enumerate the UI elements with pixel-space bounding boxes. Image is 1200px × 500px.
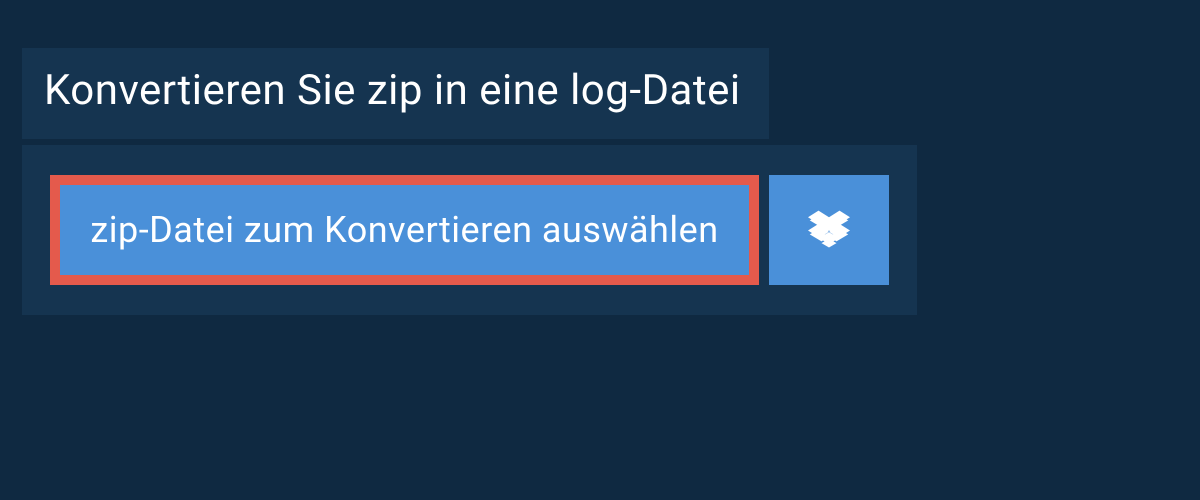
dropbox-button[interactable] <box>769 175 889 285</box>
converter-panel: Konvertieren Sie zip in eine log-Datei z… <box>0 0 1200 315</box>
select-file-label: zip-Datei zum Konvertieren auswählen <box>90 209 718 251</box>
dropbox-icon <box>808 209 850 251</box>
title-bar: Konvertieren Sie zip in eine log-Datei <box>22 48 769 139</box>
select-file-button[interactable]: zip-Datei zum Konvertieren auswählen <box>50 175 759 285</box>
page-title: Konvertieren Sie zip in eine log-Datei <box>44 66 741 115</box>
action-row: zip-Datei zum Konvertieren auswählen <box>22 145 917 315</box>
